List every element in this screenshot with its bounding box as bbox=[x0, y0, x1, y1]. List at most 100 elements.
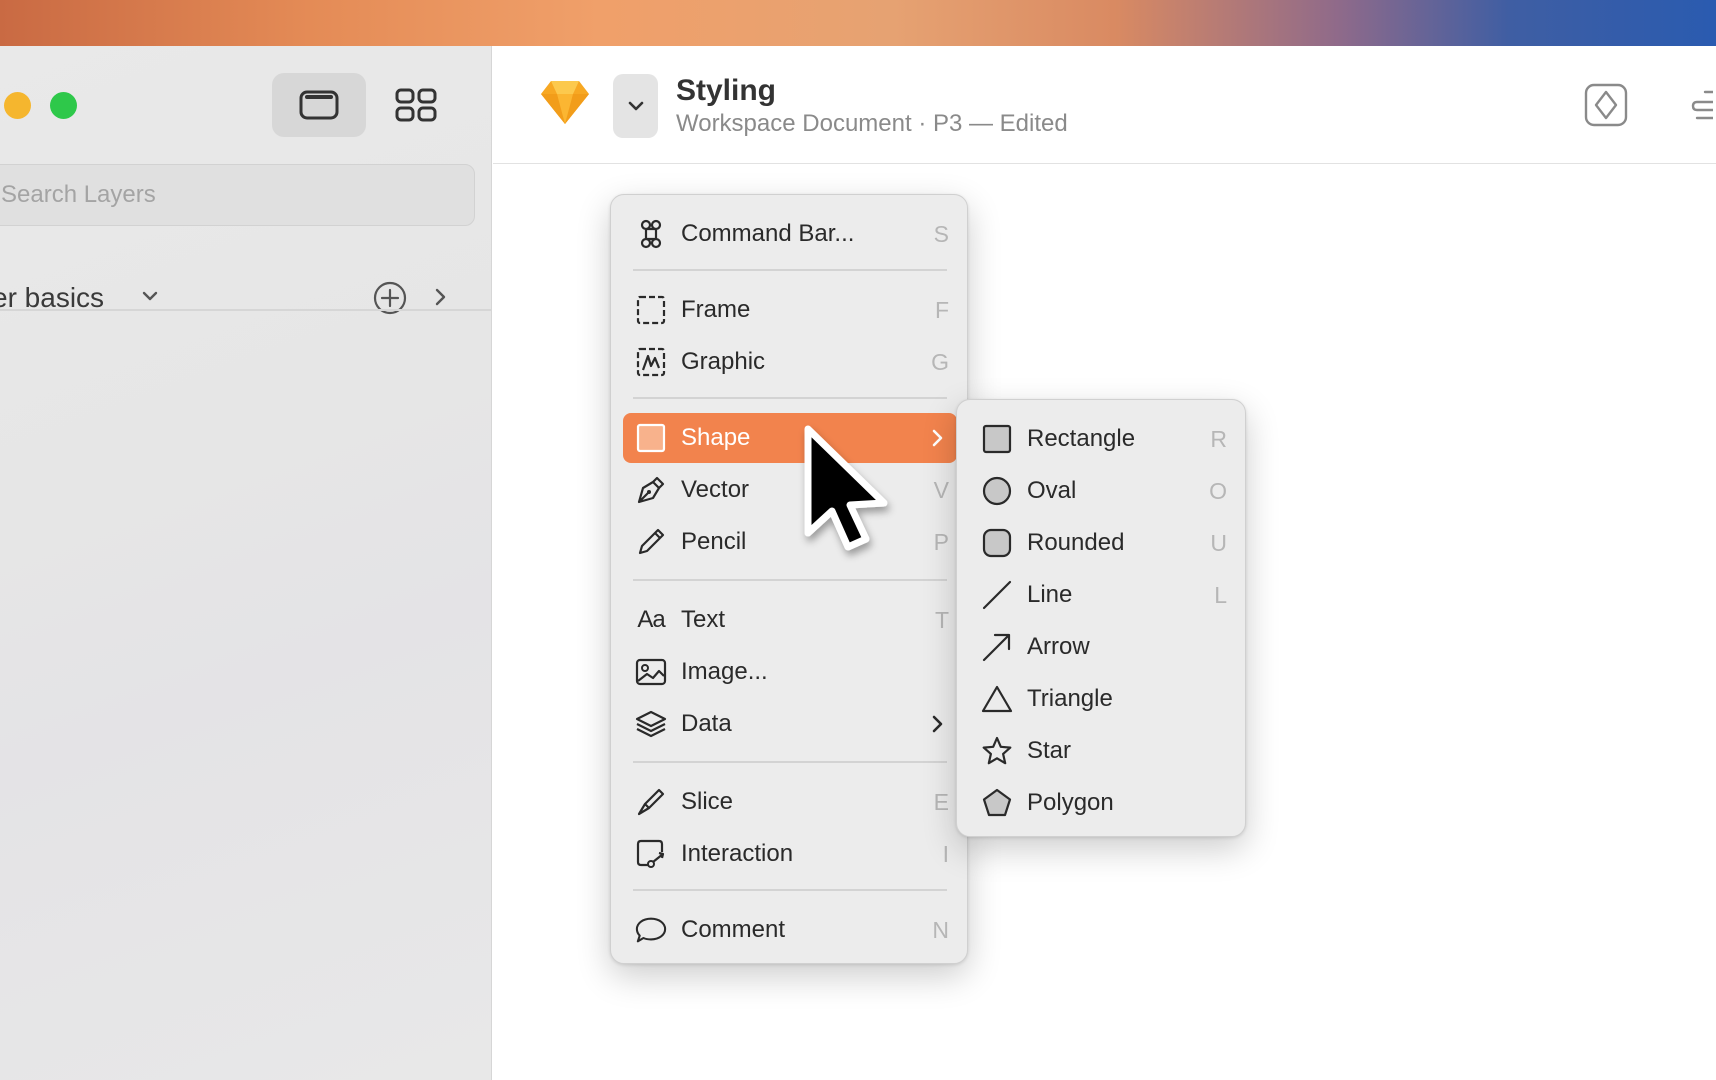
menu-separator bbox=[633, 761, 947, 763]
menu-item-shortcut: F bbox=[934, 296, 949, 323]
submenu-item-rounded[interactable]: Rounded U bbox=[969, 518, 1235, 568]
menu-item-graphic[interactable]: Graphic G bbox=[623, 337, 957, 387]
chevron-down-icon bbox=[628, 101, 643, 111]
submenu-item-shortcut: L bbox=[1214, 581, 1227, 608]
menu-item-shortcut: V bbox=[933, 476, 949, 503]
submenu-item-shortcut: O bbox=[1209, 477, 1227, 504]
layers-sidebar: Search Layers er basics bbox=[0, 46, 492, 1080]
menu-separator bbox=[633, 397, 947, 399]
slice-knife-icon bbox=[635, 786, 667, 818]
component-diamond-icon[interactable] bbox=[1583, 82, 1629, 128]
mouse-pointer-icon bbox=[804, 425, 888, 551]
menu-item-shortcut: E bbox=[933, 788, 949, 815]
canvas-view-button[interactable] bbox=[272, 73, 366, 137]
menu-item-data[interactable]: Data bbox=[623, 699, 957, 749]
menu-item-label: Command Bar... bbox=[681, 220, 855, 247]
single-window-icon bbox=[299, 90, 339, 120]
submenu-item-label: Star bbox=[1027, 737, 1072, 764]
rounded-rect-icon bbox=[981, 527, 1013, 559]
submenu-item-label: Rectangle bbox=[1027, 425, 1136, 452]
stack-icon[interactable] bbox=[1689, 82, 1713, 128]
menu-item-shortcut: P bbox=[933, 528, 949, 555]
submenu-item-label: Arrow bbox=[1027, 633, 1090, 660]
rectangle-icon bbox=[981, 423, 1013, 455]
menu-item-label: Comment bbox=[681, 916, 786, 943]
pen-icon bbox=[635, 474, 667, 506]
menu-item-shortcut: I bbox=[942, 840, 949, 867]
submenu-item-label: Oval bbox=[1027, 477, 1077, 504]
grid-view-button[interactable] bbox=[369, 73, 463, 137]
document-subtitle: Workspace Document · P3 — Edited bbox=[676, 110, 1068, 137]
submenu-item-label: Triangle bbox=[1027, 685, 1113, 712]
submenu-item-label: Rounded bbox=[1027, 529, 1125, 556]
graphic-icon bbox=[635, 346, 667, 378]
arrow-icon bbox=[981, 631, 1013, 663]
sidebar-divider bbox=[0, 309, 492, 311]
document-toolbar: Styling Workspace Document · P3 — Edited bbox=[493, 46, 1716, 164]
menu-item-label: Image... bbox=[681, 658, 768, 685]
submenu-item-star[interactable]: Star bbox=[969, 726, 1235, 776]
image-icon bbox=[635, 656, 667, 688]
menu-item-label: Frame bbox=[681, 296, 751, 323]
frame-icon bbox=[635, 294, 667, 326]
line-icon bbox=[981, 579, 1013, 611]
search-placeholder: Search Layers bbox=[1, 181, 156, 208]
interaction-icon bbox=[635, 838, 667, 870]
minimize-window-button[interactable] bbox=[4, 92, 31, 119]
shape-submenu: Rectangle R Oval O Rounded U Line L Arro… bbox=[956, 399, 1246, 837]
layers-stack-icon bbox=[635, 708, 667, 740]
menu-item-comment[interactable]: Comment N bbox=[623, 905, 957, 955]
menu-separator bbox=[633, 579, 947, 581]
diamond-logo-icon[interactable] bbox=[539, 78, 591, 126]
star-icon bbox=[981, 735, 1013, 767]
chevron-right-icon[interactable] bbox=[430, 286, 450, 308]
menu-separator bbox=[633, 269, 947, 271]
menu-item-label: Interaction bbox=[681, 840, 794, 867]
chevron-down-icon[interactable] bbox=[140, 286, 160, 306]
submenu-item-label: Polygon bbox=[1027, 789, 1114, 816]
menu-item-label: Text bbox=[681, 606, 726, 633]
menu-item-shortcut: N bbox=[932, 916, 949, 943]
menu-item-label: Shape bbox=[681, 424, 751, 451]
menu-item-shortcut: G bbox=[931, 348, 949, 375]
pencil-icon bbox=[635, 526, 667, 558]
oval-icon bbox=[981, 475, 1013, 507]
chevron-right-icon bbox=[932, 429, 943, 447]
menu-item-label: Data bbox=[681, 710, 732, 737]
submenu-item-shortcut: U bbox=[1210, 529, 1227, 556]
submenu-item-rectangle[interactable]: Rectangle R bbox=[969, 414, 1235, 464]
insert-menu: Command Bar... S Frame F Graphic G Shape bbox=[610, 194, 968, 964]
menu-item-label: Pencil bbox=[681, 528, 747, 555]
submenu-item-arrow[interactable]: Arrow bbox=[969, 622, 1235, 672]
zoom-window-button[interactable] bbox=[50, 92, 77, 119]
menu-item-frame[interactable]: Frame F bbox=[623, 285, 957, 335]
search-layers-input[interactable]: Search Layers bbox=[0, 164, 475, 226]
polygon-icon bbox=[981, 787, 1013, 819]
submenu-item-polygon[interactable]: Polygon bbox=[969, 778, 1235, 828]
insert-menu-toggle[interactable] bbox=[613, 74, 658, 138]
menu-item-image[interactable]: Image... bbox=[623, 647, 957, 697]
command-icon bbox=[635, 218, 667, 250]
menu-separator bbox=[633, 889, 947, 891]
menu-item-label: Slice bbox=[681, 788, 734, 815]
menu-item-shortcut: S bbox=[933, 220, 949, 247]
menu-item-label: Vector bbox=[681, 476, 750, 503]
submenu-item-line[interactable]: Line L bbox=[969, 570, 1235, 620]
submenu-item-label: Line bbox=[1027, 581, 1073, 608]
desktop-wallpaper bbox=[0, 0, 1716, 46]
menu-item-text[interactable]: Aa Text T bbox=[623, 595, 957, 645]
menu-item-interaction[interactable]: Interaction I bbox=[623, 829, 957, 879]
submenu-item-shortcut: R bbox=[1210, 425, 1227, 452]
app-window: Search Layers er basics Styling Workspac… bbox=[0, 46, 1716, 1080]
submenu-item-oval[interactable]: Oval O bbox=[969, 466, 1235, 516]
menu-item-label: Graphic bbox=[681, 348, 766, 375]
menu-item-slice[interactable]: Slice E bbox=[623, 777, 957, 827]
submenu-item-triangle[interactable]: Triangle bbox=[969, 674, 1235, 724]
chevron-right-icon bbox=[932, 715, 943, 733]
page-selector[interactable]: er basics bbox=[0, 272, 492, 324]
menu-item-shortcut: T bbox=[934, 606, 949, 633]
text-icon: Aa bbox=[637, 606, 665, 633]
triangle-icon bbox=[981, 683, 1013, 715]
shape-icon bbox=[635, 422, 667, 454]
menu-item-command-bar[interactable]: Command Bar... S bbox=[623, 209, 957, 259]
